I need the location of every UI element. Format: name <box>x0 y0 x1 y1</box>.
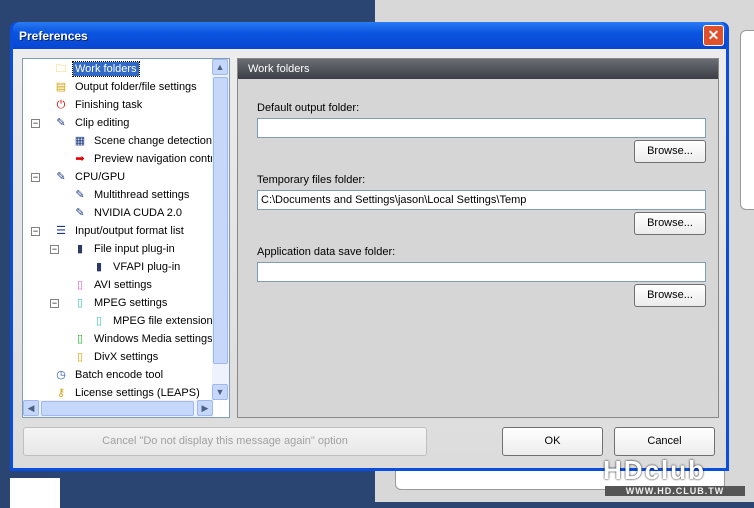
vertical-scrollbar[interactable]: ▲ ▼ <box>212 59 229 400</box>
edit-document-icon: ✎ <box>75 189 85 201</box>
collapse-toggle[interactable]: − <box>31 119 40 128</box>
browse-app-data-button[interactable]: Browse... <box>634 284 706 307</box>
tree-item-label: DivX settings <box>94 351 159 363</box>
key-icon: ⚷ <box>56 387 66 399</box>
tree-item-label: Batch encode tool <box>75 369 164 381</box>
tree-item-label: NVIDIA CUDA 2.0 <box>94 207 183 219</box>
watermark-logo: HDclub <box>603 455 706 485</box>
preferences-dialog: Preferences ✕ ⚷ License settings (LEAPS) ◷… <box>10 22 729 471</box>
app-data-label: Application data save folder: <box>257 246 396 258</box>
tree-item-label: AVI settings <box>94 279 152 291</box>
folder-icon: 🗀 <box>55 63 67 75</box>
tree-item[interactable]: ◷ Batch encode tool <box>53 366 165 384</box>
scroll-thumb[interactable] <box>213 77 228 364</box>
collapse-toggle[interactable]: − <box>31 173 40 182</box>
tree-item[interactable]: ✎ Multithread settings <box>72 186 191 204</box>
collapse-toggle[interactable]: − <box>31 227 40 236</box>
mpeg-file-icon: ▯ <box>76 297 84 309</box>
tree-item-label: Output folder/file settings <box>75 81 197 93</box>
tree-item[interactable]: ▤ Output folder/file settings <box>53 78 199 96</box>
tree-item[interactable]: ▮ VFAPI plug-in <box>91 258 182 276</box>
tree-item[interactable]: 🗀 Work folders <box>53 60 140 78</box>
tree-item-label: File input plug-in <box>94 243 175 255</box>
scroll-right-button[interactable]: ▶ <box>197 400 213 416</box>
scroll-left-button[interactable]: ◀ <box>23 400 39 416</box>
browse-temp-button[interactable]: Browse... <box>634 212 706 235</box>
tree-item-label: MPEG settings <box>94 297 168 309</box>
edit-document-icon: ✎ <box>56 171 66 183</box>
tree-item[interactable]: ▮ File input plug-in <box>72 240 177 258</box>
tree-item[interactable]: ✎ CPU/GPU <box>53 168 127 186</box>
temp-folder-label: Temporary files folder: <box>257 174 366 186</box>
work-folders-panel: Work folders Default output folder: Brow… <box>237 58 719 418</box>
tree-item[interactable]: ⏻ Finishing task <box>53 96 144 114</box>
tree-item-label: Finishing task <box>75 99 143 111</box>
tree-item-label: CPU/GPU <box>75 171 126 183</box>
tree-item[interactable]: ✎ Clip editing <box>53 114 131 132</box>
mpeg-file-icon: ▯ <box>95 315 103 327</box>
tree-item-label: Input/output format list <box>75 225 184 237</box>
power-icon: ⏻ <box>56 99 66 111</box>
tree-item[interactable]: ▯ AVI settings <box>72 276 154 294</box>
red-arrow-icon: ➡ <box>75 153 85 165</box>
plugin-icon: ▮ <box>76 243 84 255</box>
tree-item-label: Preview navigation control <box>94 153 223 165</box>
tree-item-label: Scene change detection <box>94 135 213 147</box>
horizontal-scrollbar[interactable]: ◀ ▶ <box>23 400 213 417</box>
temp-folder-field[interactable]: C:\Documents and Settings\jason\Local Se… <box>257 190 706 210</box>
tree-item[interactable]: ☰ Input/output format list <box>53 222 186 240</box>
folder-file-icon: ▤ <box>55 81 67 93</box>
tree-item-label: VFAPI plug-in <box>113 261 181 273</box>
collapse-toggle[interactable]: − <box>50 245 59 254</box>
ok-button[interactable]: OK <box>502 427 603 456</box>
cancel-dont-display-option-button[interactable]: Cancel "Do not display this message agai… <box>23 427 427 456</box>
tree-item-label: Windows Media settings <box>94 333 213 345</box>
dialog-client: ⚷ License settings (LEAPS) ◷ Batch encode t… <box>13 49 726 468</box>
default-output-label: Default output folder: <box>257 102 360 114</box>
list-document-icon: ☰ <box>56 225 66 237</box>
tree-item[interactable]: ▯MPEG file extension settings <box>91 312 229 330</box>
scroll-down-button[interactable]: ▼ <box>212 384 228 400</box>
edit-document-icon: ✎ <box>56 117 66 129</box>
tree-item[interactable]: ▯ Windows Media settings <box>72 330 215 348</box>
settings-tree: ⚷ License settings (LEAPS) ◷ Batch encode t… <box>22 58 230 418</box>
browse-output-button[interactable]: Browse... <box>634 140 706 163</box>
cancel-button[interactable]: Cancel <box>614 427 715 456</box>
tree-item[interactable]: ➡ Preview navigation control <box>72 150 224 168</box>
scroll-up-button[interactable]: ▲ <box>212 59 228 75</box>
default-output-field[interactable] <box>257 118 706 138</box>
edit-document-icon: ✎ <box>75 207 85 219</box>
avi-file-icon: ▯ <box>76 279 84 291</box>
wmv-file-icon: ▯ <box>76 333 84 345</box>
plugin-icon: ▮ <box>95 261 103 273</box>
panel-header: Work folders <box>238 59 718 79</box>
background-logo <box>10 478 60 508</box>
tree-item[interactable]: ✎ NVIDIA CUDA 2.0 <box>72 204 184 222</box>
background-card <box>740 30 754 210</box>
tree-item-label: Multithread settings <box>94 189 190 201</box>
tree-item-label: Clip editing <box>75 117 130 129</box>
tree-item-label: Work folders <box>72 61 140 77</box>
tree-item-label: License settings (LEAPS) <box>75 387 200 399</box>
tree-item[interactable]: ▯ MPEG settings <box>72 294 169 312</box>
tree-item[interactable]: ▯ DivX settings <box>72 348 160 366</box>
film-icon: ▦ <box>74 135 86 147</box>
title-bar: Preferences <box>13 22 726 49</box>
tree-item[interactable]: ▦ Scene change detection <box>72 132 214 150</box>
close-button[interactable]: ✕ <box>703 25 724 46</box>
dialog-title: Preferences <box>19 28 88 43</box>
collapse-toggle[interactable]: − <box>50 299 59 308</box>
watermark-url: WWW.HD.CLUB.TW <box>605 486 745 496</box>
scroll-thumb[interactable] <box>41 401 194 416</box>
app-data-field[interactable] <box>257 262 706 282</box>
divx-file-icon: ▯ <box>76 351 84 363</box>
clock-icon: ◷ <box>56 369 66 381</box>
